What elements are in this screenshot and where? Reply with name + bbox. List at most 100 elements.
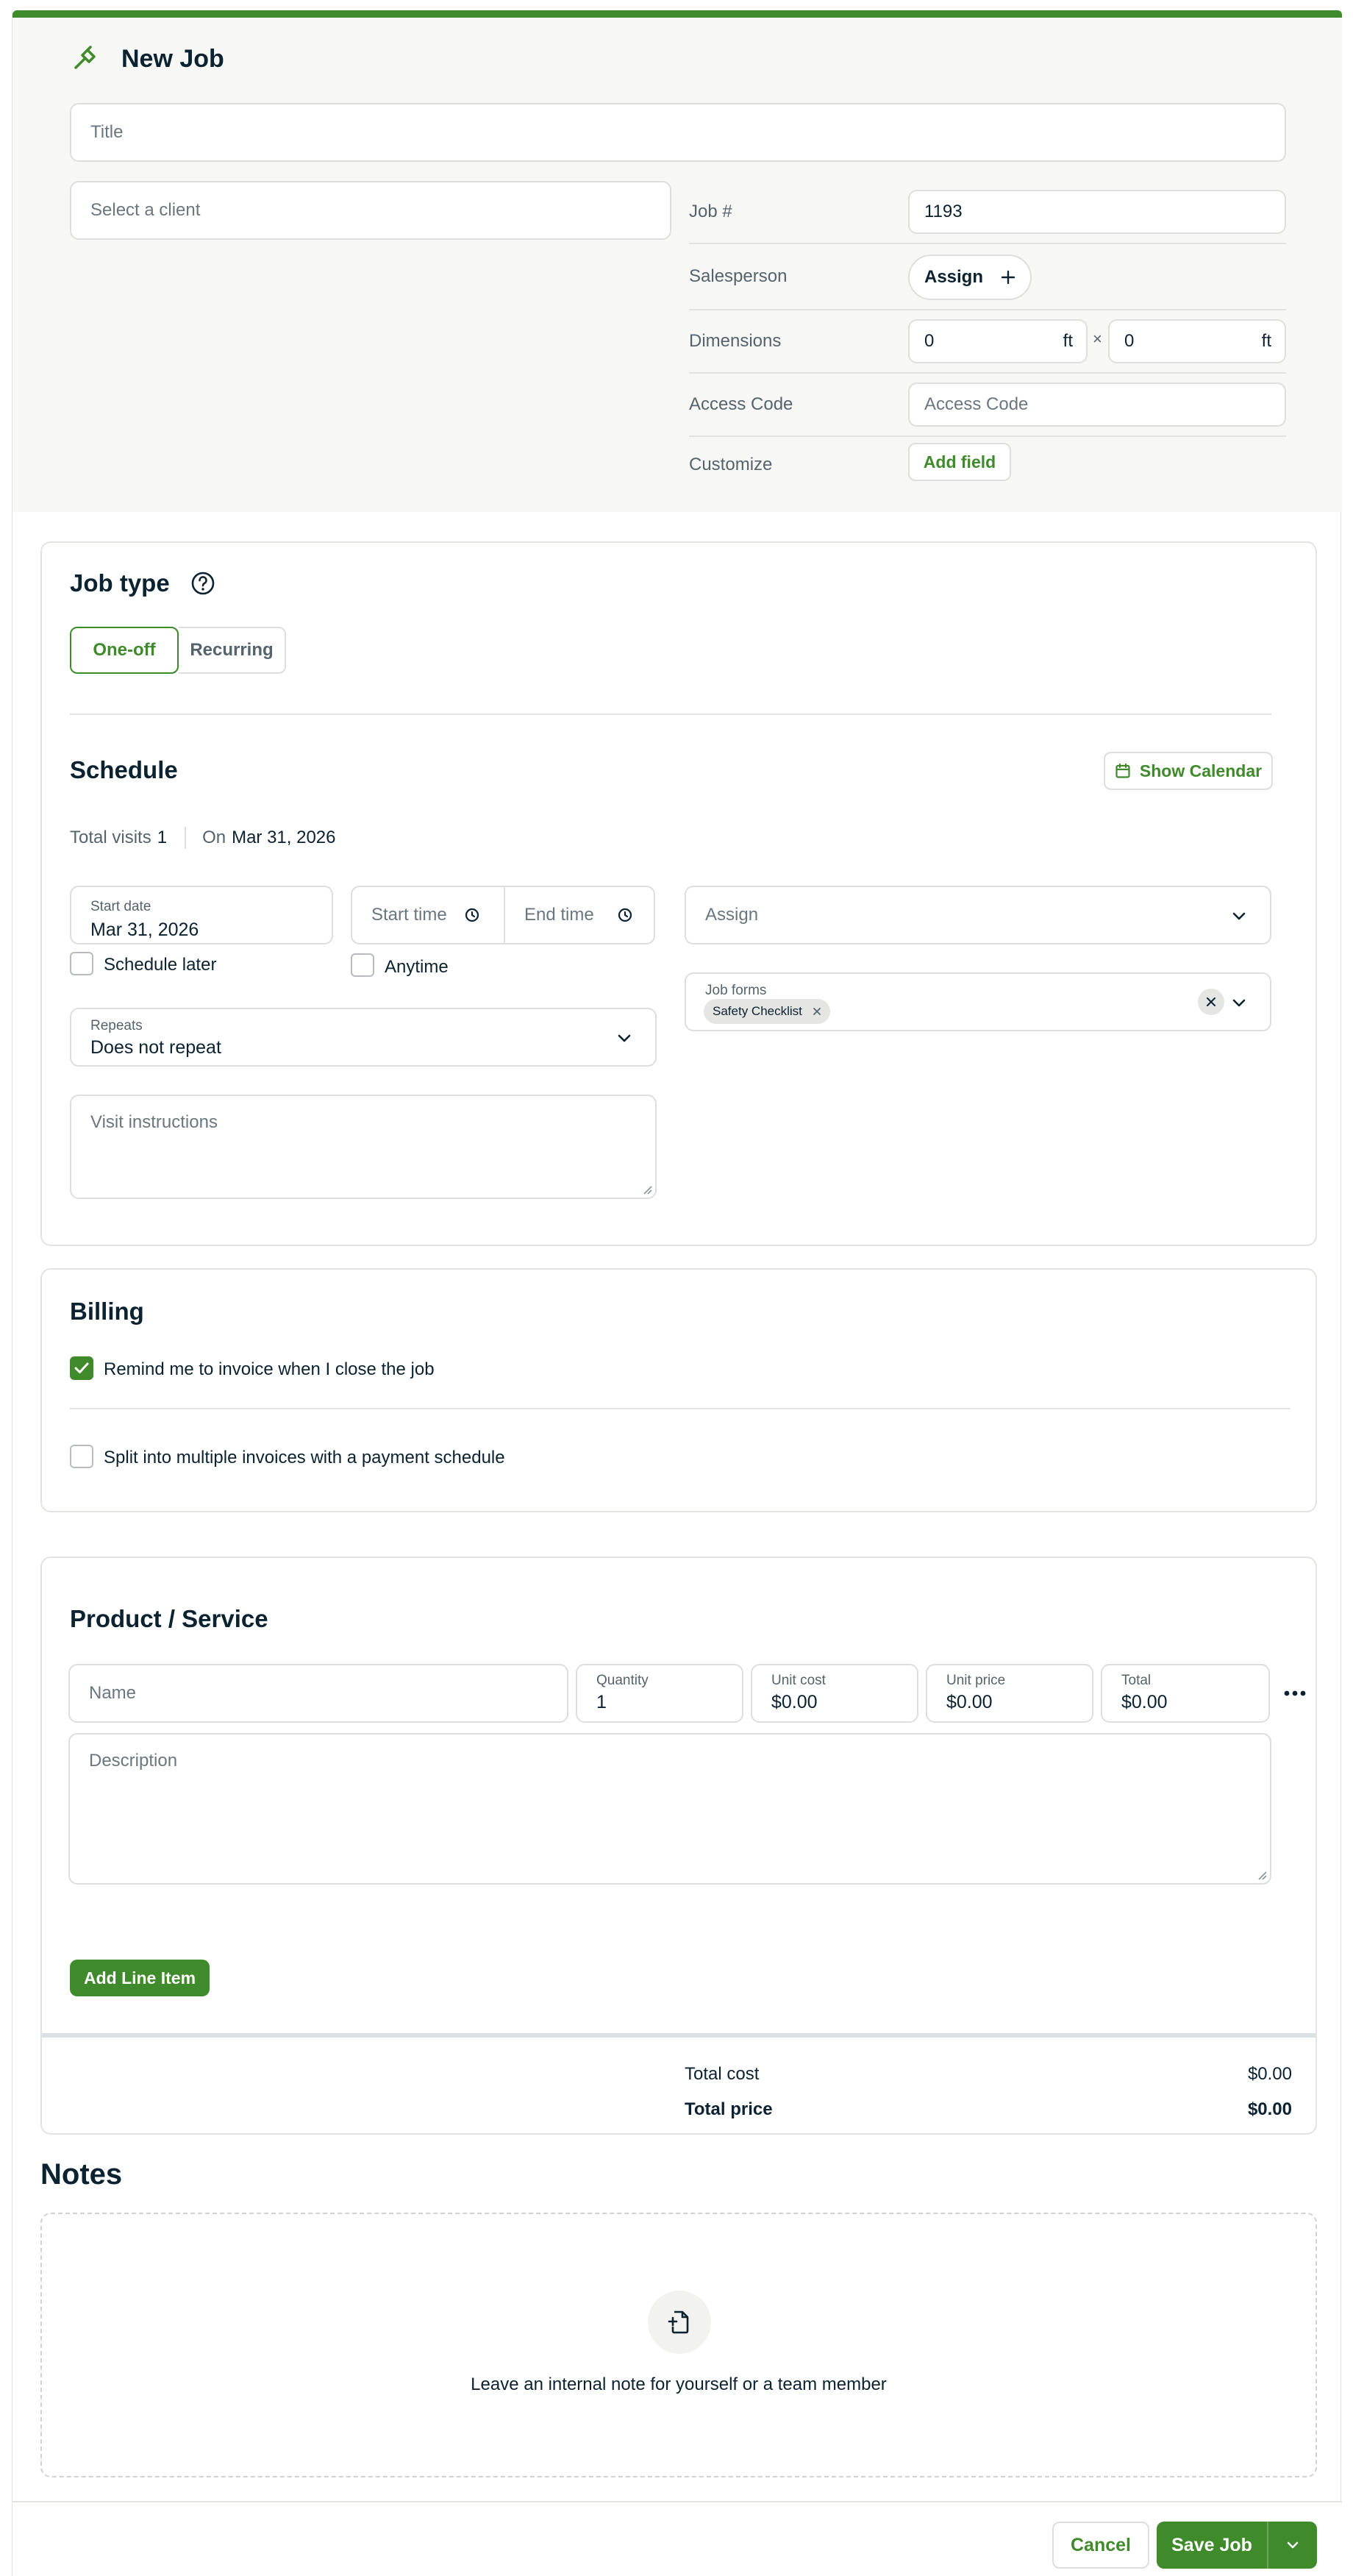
job-type-one-off[interactable]: One-off	[70, 627, 179, 674]
help-icon[interactable]	[190, 571, 215, 596]
line-item-total-field: Total $0.00	[1101, 1664, 1270, 1723]
top-accent-bar	[13, 10, 1342, 18]
page-title: New Job	[70, 44, 224, 74]
chip-remove-icon[interactable]	[813, 1007, 821, 1016]
job-type-title: Job type	[70, 569, 170, 597]
total-cost-value: $0.00	[1247, 2064, 1292, 2084]
divider	[70, 714, 1271, 715]
assign-team-select[interactable]: Assign	[685, 886, 1271, 944]
dimension-times: ×	[1093, 330, 1102, 348]
total-label: Total	[1121, 1673, 1152, 1688]
job-form-chip-label: Safety Checklist	[713, 1004, 802, 1018]
product-service-card: Product / Service Name Quantity 1 Unit c…	[40, 1556, 1317, 2135]
cancel-button[interactable]: Cancel	[1052, 2522, 1149, 2569]
billing-card: Billing Remind me to invoice when I clos…	[40, 1268, 1317, 1512]
job-number-input[interactable]: 1193	[908, 190, 1286, 234]
close-icon	[1207, 997, 1215, 1006]
dimension-unit: ft	[1063, 331, 1073, 351]
unit-cost-value: $0.00	[771, 1692, 818, 1712]
dimension-height-value: 0	[1124, 331, 1135, 351]
job-number-label: Job #	[689, 202, 732, 221]
show-calendar-label: Show Calendar	[1139, 761, 1263, 780]
client-select[interactable]: Select a client	[70, 181, 671, 240]
repeats-value: Does not repeat	[90, 1037, 221, 1058]
assign-salesperson-button[interactable]: Assign	[908, 255, 1032, 300]
resize-handle-icon[interactable]	[642, 1184, 652, 1195]
remind-invoice-label: Remind me to invoice when I close the jo…	[104, 1359, 435, 1379]
totals-divider	[42, 2033, 1315, 2038]
total-cost-label: Total cost	[685, 2064, 760, 2084]
line-item-description-textarea[interactable]: Description	[68, 1733, 1271, 1885]
end-time-placeholder: End time	[524, 905, 594, 925]
save-job-button[interactable]: Save Job	[1157, 2522, 1267, 2569]
job-forms-select[interactable]: Job forms Safety Checklist	[685, 972, 1271, 1031]
notes-title: Notes	[40, 2158, 123, 2191]
total-visits-label: Total visits	[70, 828, 151, 847]
notes-empty-text: Leave an internal note for yourself or a…	[471, 2374, 887, 2394]
plus-icon	[1001, 270, 1015, 285]
clock-icon	[618, 908, 632, 922]
anytime-label: Anytime	[385, 957, 449, 977]
unit-price-value: $0.00	[946, 1692, 993, 1712]
access-code-input[interactable]: Access Code	[908, 383, 1286, 427]
assign-placeholder: Assign	[705, 905, 759, 925]
schedule-title: Schedule	[70, 756, 178, 783]
divider	[689, 372, 1286, 374]
new-job-page: New Job Title Select a client Job # 1193…	[12, 10, 1342, 2576]
divider	[185, 827, 187, 849]
dimension-width-value: 0	[924, 331, 935, 351]
split-invoices-checkbox[interactable]	[70, 1445, 93, 1468]
chevron-down-icon	[1232, 912, 1246, 920]
chevron-down-icon	[1287, 2541, 1299, 2549]
job-header: New Job Title Select a client Job # 1193…	[13, 18, 1342, 512]
time-range-field: Start time End time	[351, 886, 655, 944]
product-service-title: Product / Service	[70, 1605, 268, 1632]
dimension-unit: ft	[1261, 331, 1271, 351]
title-input[interactable]: Title	[70, 103, 1286, 162]
more-options-icon[interactable]	[1283, 1684, 1307, 1702]
save-options-button[interactable]	[1268, 2522, 1317, 2569]
job-form-chip: Safety Checklist	[704, 999, 830, 1024]
resize-handle-icon[interactable]	[1257, 1870, 1267, 1880]
clear-job-forms-button[interactable]	[1198, 989, 1224, 1015]
show-calendar-button[interactable]: Show Calendar	[1104, 752, 1273, 790]
unit-cost-label: Unit cost	[771, 1673, 826, 1688]
salesperson-label: Salesperson	[689, 266, 788, 286]
job-forms-label: Job forms	[705, 983, 767, 998]
schedule-later-checkbox[interactable]	[70, 952, 93, 975]
calendar-icon	[1115, 763, 1130, 778]
dimension-width-input[interactable]: 0 ft	[908, 319, 1088, 363]
line-item-name-placeholder: Name	[89, 1683, 137, 1703]
hammer-icon	[74, 46, 96, 69]
description-placeholder: Description	[89, 1751, 178, 1771]
divider	[689, 243, 1286, 244]
notes-dropzone[interactable]: Leave an internal note for yourself or a…	[40, 2213, 1317, 2477]
on-value: Mar 31, 2026	[232, 828, 336, 847]
repeats-select[interactable]: Repeats Does not repeat	[70, 1008, 657, 1067]
visit-instructions-textarea[interactable]: Visit instructions	[70, 1095, 657, 1199]
footer-actions: Cancel Save Job	[13, 2501, 1342, 2576]
end-time-input[interactable]: End time	[505, 887, 655, 943]
dimension-height-input[interactable]: 0 ft	[1108, 319, 1286, 363]
remind-invoice-checkbox[interactable]	[70, 1356, 93, 1380]
chevron-down-icon	[618, 1034, 631, 1042]
line-item-name-input[interactable]: Name	[68, 1664, 568, 1723]
anytime-checkbox[interactable]	[351, 953, 374, 977]
job-type-recurring[interactable]: Recurring	[179, 627, 286, 674]
line-item-unit-cost-input[interactable]: Unit cost $0.00	[751, 1664, 918, 1723]
job-type-schedule-card: Job type One-off Recurring Schedule Show…	[40, 541, 1317, 1246]
start-date-value: Mar 31, 2026	[90, 919, 199, 940]
total-price-label: Total price	[685, 2099, 773, 2119]
line-item-unit-price-input[interactable]: Unit price $0.00	[926, 1664, 1093, 1723]
start-time-input[interactable]: Start time	[352, 887, 504, 943]
start-date-field[interactable]: Start date Mar 31, 2026	[70, 886, 333, 944]
access-code-label: Access Code	[689, 394, 793, 414]
visit-instructions-placeholder: Visit instructions	[90, 1112, 218, 1132]
on-label: On	[202, 828, 226, 847]
add-line-item-button[interactable]: Add Line Item	[70, 1960, 210, 1996]
line-item-quantity-input[interactable]: Quantity 1	[576, 1664, 743, 1723]
job-type-toggle: One-off Recurring	[70, 627, 286, 674]
quantity-label: Quantity	[596, 1673, 649, 1688]
add-field-button[interactable]: Add field	[908, 443, 1011, 481]
new-note-icon	[668, 2310, 689, 2334]
